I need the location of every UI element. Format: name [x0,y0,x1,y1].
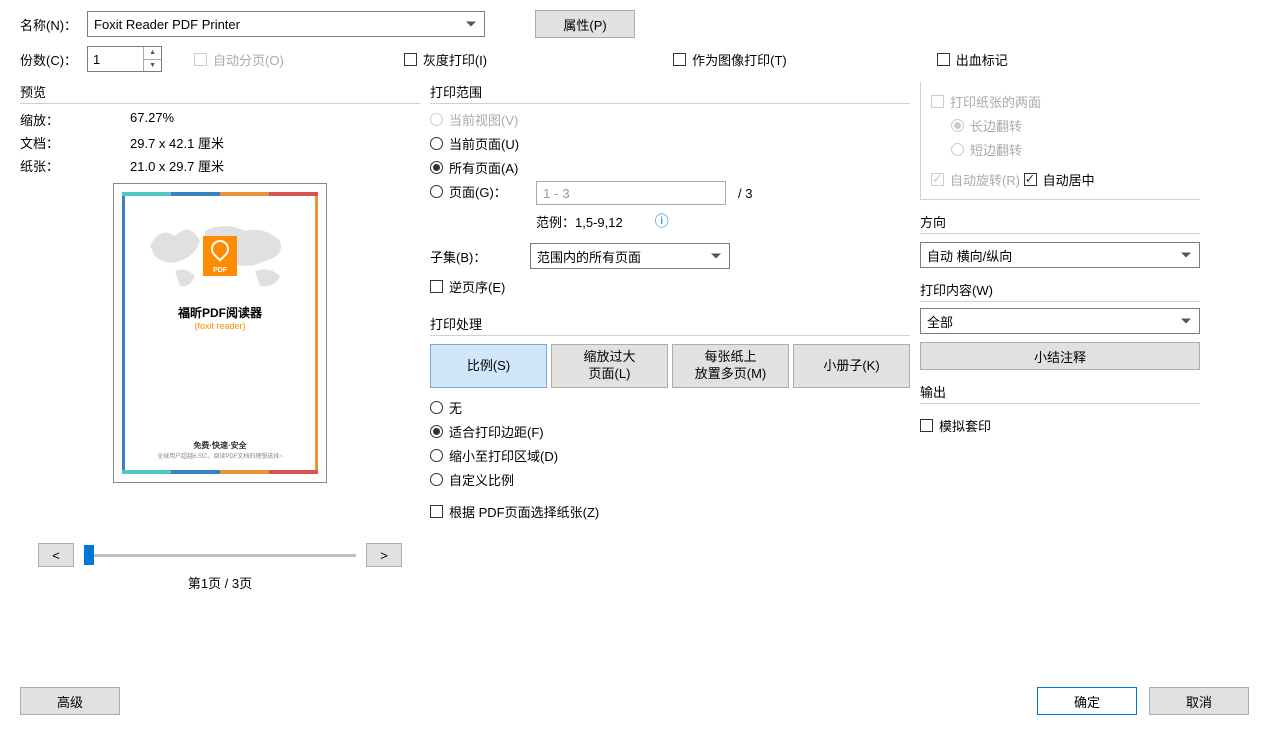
checkbox-icon [931,173,944,186]
radio-short-edge: 短边翻转 [951,140,1190,159]
spinner-down-icon[interactable]: ▼ [144,60,161,72]
radio-shrink[interactable]: 缩小至打印区域(D) [430,446,910,465]
reverse-checkbox[interactable]: 逆页序(E) [430,277,505,296]
by-page-checkbox[interactable]: 根据 PDF页面选择纸张(Z) [430,502,599,521]
copies-input[interactable] [88,47,143,71]
duplex-checkbox: 打印纸张的两面 [931,92,1041,111]
spinner-up-icon[interactable]: ▲ [144,47,161,60]
orientation-title: 方向 [920,212,1200,234]
doc-size-row: 文档： 29.7 x 42.1 厘米 [20,133,420,152]
radio-custom[interactable]: 自定义比例 [430,470,910,489]
printer-select[interactable]: Foxit Reader PDF Printer [87,11,485,37]
summary-button[interactable]: 小结注释 [920,342,1200,370]
radio-icon [951,119,964,132]
right-panel: 打印纸张的两面 长边翻转 短边翻转 自动旋转(R) 自动居中 [920,82,1200,592]
checkbox-icon [194,53,207,66]
collate-checkbox: 自动分页(O) [194,50,284,69]
info-icon[interactable]: ⓘ [655,211,669,231]
pages-input[interactable] [536,181,726,205]
radio-icon [430,449,443,462]
thumb-sub: (foxit reader) [145,321,295,331]
thumb-footer: 免费·快速·安全 全球用户超越6.5亿，阅读PDF文档的理想选择~ [157,440,283,460]
center-panel: 打印范围 当前视图(V) 当前页面(U) 所有页面(A) 页面(G)： / 3 [430,82,910,592]
cancel-button[interactable]: 取消 [1149,687,1249,715]
preview-nav: < > [20,543,420,567]
auto-rotate-checkbox: 自动旋转(R) [931,170,1020,189]
checkbox-icon [937,53,950,66]
next-page-button[interactable]: > [366,543,402,567]
zoom-row: 缩放： 67.27% [20,110,420,129]
panels: 预览 缩放： 67.27% 文档： 29.7 x 42.1 厘米 纸张： 21.… [20,82,1249,592]
checkbox-icon [673,53,686,66]
preview-panel: 预览 缩放： 67.27% 文档： 29.7 x 42.1 厘米 纸张： 21.… [20,82,420,592]
preview-thumbnail: PDF 福昕PDF阅读器 (foxit reader) 免费·快速·安全 全球用… [113,183,327,483]
checkbox-icon [1024,173,1037,186]
radio-icon [430,137,443,150]
radio-all-pages[interactable]: 所有页面(A) [430,158,910,177]
radio-current-page[interactable]: 当前页面(U) [430,134,910,153]
radio-icon [430,161,443,174]
radio-none[interactable]: 无 [430,398,910,417]
prev-page-button[interactable]: < [38,543,74,567]
print-dialog: 名称(N)： Foxit Reader PDF Printer 属性(P) 份数… [0,0,1269,740]
subset-select[interactable]: 范围内的所有页面 [530,243,730,269]
pages-input-row: / 3 [536,181,910,205]
tab-multi[interactable]: 每张纸上 放置多页(M) [672,344,789,388]
subset-row: 子集(B)： 范围内的所有页面 [430,243,910,269]
advanced-button[interactable]: 高级 [20,687,120,715]
output-title: 输出 [920,382,1200,404]
radio-icon [430,401,443,414]
content-title: 打印内容(W) [920,280,1200,302]
printer-row: 名称(N)： Foxit Reader PDF Printer 属性(P) [20,10,1249,38]
as-image-checkbox[interactable]: 作为图像打印(T) [673,50,787,69]
page-slider[interactable] [84,545,356,565]
radio-icon [951,143,964,156]
checkbox-icon [430,505,443,518]
copies-label: 份数(C)： [20,50,77,69]
printer-value: Foxit Reader PDF Printer [94,17,240,32]
doc-value: 29.7 x 42.1 厘米 [130,133,224,152]
thumb-title: 福昕PDF阅读器 [145,304,295,321]
example-row: 范例：1,5-9,12 ⓘ [536,211,910,231]
orientation-select[interactable]: 自动 横向/纵向 [920,242,1200,268]
copies-spinner[interactable]: ▲ ▼ [87,46,162,72]
range-title: 打印范围 [430,82,910,104]
radio-icon [430,473,443,486]
page-indicator: 第1页 / 3页 [20,573,420,592]
slider-handle[interactable] [84,545,94,565]
paper-value: 21.0 x 29.7 厘米 [130,156,224,175]
radio-fit-margin[interactable]: 适合打印边距(F) [430,422,910,441]
radio-icon [430,113,443,126]
dialog-buttons: 高级 确定 取消 [20,687,1249,715]
checkbox-icon [931,95,944,108]
tab-booklet[interactable]: 小册子(K) [793,344,910,388]
tab-scale[interactable]: 比例(S) [430,344,547,388]
grayscale-checkbox[interactable]: 灰度打印(I) [404,50,487,69]
checkbox-icon [430,280,443,293]
pages-total: / 3 [738,186,752,201]
checkbox-icon [920,419,933,432]
paper-size-row: 纸张： 21.0 x 29.7 厘米 [20,156,420,175]
bleed-checkbox[interactable]: 出血标记 [937,50,1008,69]
radio-long-edge: 长边翻转 [951,116,1190,135]
name-label: 名称(N)： [20,15,77,34]
radio-icon [430,185,443,198]
checkbox-icon [404,53,417,66]
pdf-logo-icon: PDF [203,236,237,276]
preview-title: 预览 [20,82,420,104]
tab-zoom[interactable]: 缩放过大 页面(L) [551,344,668,388]
zoom-value: 67.27% [130,110,174,129]
copies-row: 份数(C)： ▲ ▼ 自动分页(O) 灰度打印(I) 作为图像打印(T) 出血标… [20,46,1249,72]
ok-button[interactable]: 确定 [1037,687,1137,715]
properties-button[interactable]: 属性(P) [535,10,635,38]
radio-icon [430,425,443,438]
handling-tabs: 比例(S) 缩放过大 页面(L) 每张纸上 放置多页(M) 小册子(K) [430,344,910,388]
overprint-checkbox[interactable]: 模拟套印 [920,416,991,435]
radio-current-view: 当前视图(V) [430,110,910,129]
auto-center-checkbox[interactable]: 自动居中 [1024,170,1095,189]
content-select[interactable]: 全部 [920,308,1200,334]
handling-title: 打印处理 [430,314,910,336]
